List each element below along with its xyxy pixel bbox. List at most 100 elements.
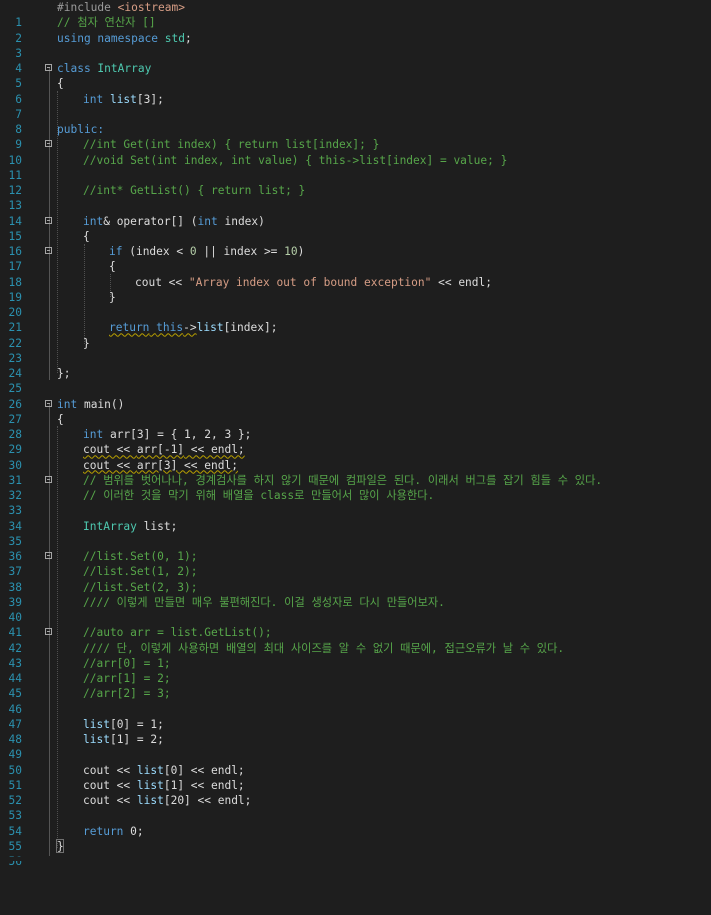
code-line: 46 //arr[2] = 3; (0, 686, 711, 715)
collapse-icon[interactable] (45, 64, 52, 71)
code-editor[interactable]: 1 #include <iostream> 2 // 첨자 연산자 [] 3 u… (0, 0, 711, 868)
code-line: 3 using namespace std; (0, 31, 711, 60)
collapse-icon[interactable] (45, 399, 52, 407)
code-line: 39 //list.Set(2, 3); (0, 580, 711, 609)
code-line: 53 cout << list[20] << endl; (0, 793, 711, 822)
code-line: 42 //auto arr = list.GetList(); (0, 625, 711, 654)
string: "Array index out of bound exception" (188, 275, 432, 289)
token: 0; (123, 824, 144, 838)
token: cout << (83, 443, 137, 457)
token: return (83, 824, 124, 838)
code-line: 14 (0, 198, 711, 228)
token: cout << (83, 458, 137, 472)
token: [0] = 1; (109, 717, 164, 731)
code-line: 1 #include <iostream> (0, 0, 711, 29)
token: cout << (135, 275, 189, 289)
token: int (83, 92, 110, 106)
token: } (57, 839, 64, 853)
code-line: 23 } (0, 336, 711, 365)
code-line: 34 (0, 503, 711, 533)
token: { (57, 77, 64, 91)
token: index) (217, 214, 265, 228)
code-line: 16 { (0, 229, 711, 258)
collapse-icon[interactable] (45, 216, 52, 224)
token: ; (185, 31, 192, 45)
code-line: 56 } (0, 838, 711, 868)
token: ) (297, 245, 305, 258)
code-line: 15 int& operator[] (int index) (0, 214, 711, 243)
code-line: 4 (0, 46, 711, 75)
code-line: 30 cout << arr[-1] << endl; (0, 442, 711, 471)
code-line: 27 int main() (0, 397, 711, 426)
token: [1] = 2; (109, 733, 164, 746)
code-line: 8 (0, 107, 711, 136)
token: cout << (83, 794, 137, 807)
code-line: 44 //arr[0] = 1; (0, 656, 711, 685)
token: if (109, 245, 123, 258)
token: [3]; (136, 92, 164, 106)
token: #include (57, 1, 118, 14)
code-line: 41 (0, 610, 711, 639)
collapse-icon[interactable] (45, 628, 52, 636)
comment: //arr[0] = 1; (83, 656, 171, 670)
code-line: 49 list[1] = 2; (0, 732, 711, 761)
comment: //// 단, 이렇게 사용하면 배열의 최대 사이즈를 알 수 없기 때문에,… (83, 641, 565, 655)
comment: // 범위를 벗어나나, 경계검사를 하지 않기 때문에 컴파일은 된다. 이래… (83, 473, 603, 487)
code-line: 33 // 이러한 것을 막기 위해 배열을 class로 만들어서 많이 사용… (0, 488, 711, 517)
collapse-icon[interactable] (45, 475, 52, 483)
code-line: 51 cout << list[0] << endl; (0, 763, 711, 792)
code-line: 50 (0, 747, 711, 777)
token: <iostream> (117, 1, 185, 14)
code-line: 10 //int Get(int index) { return list[in… (0, 137, 711, 166)
code-line: 35 IntArray list; (0, 519, 711, 548)
code-line: 52 cout << list[1] << endl; (0, 778, 711, 807)
token: -> (183, 321, 197, 335)
code-line: 7 int list[3]; (0, 92, 711, 121)
token: & operator[] ( (103, 214, 198, 228)
token: main() (77, 397, 125, 411)
comment: //void Set(int index, int value) { this-… (83, 153, 508, 167)
code-line: 45 //arr[1] = 2; (0, 671, 711, 700)
token: cout << (83, 778, 137, 792)
token: this (156, 321, 184, 335)
token: } (83, 336, 90, 350)
code-line: 48 list[0] = 1; (0, 717, 711, 746)
code-line: 55 return 0; (0, 824, 711, 853)
token: using namespace (57, 31, 165, 45)
code-line: 28 { (0, 412, 711, 441)
code-line: 13 //int* GetList() { return list; } (0, 183, 711, 212)
comment: //int Get(int index) { return list[index… (83, 138, 380, 152)
token: std (164, 31, 185, 45)
comment: //list.Set(0, 1); (83, 550, 198, 563)
token: public: (57, 123, 105, 136)
token: list (136, 763, 164, 777)
token: int (83, 428, 104, 441)
collapse-icon[interactable] (45, 247, 52, 254)
token: arr[3] = { 1, 2, 3 }; (103, 428, 252, 441)
collapse-icon[interactable] (45, 552, 52, 559)
comment: //arr[1] = 2; (83, 672, 171, 685)
editor-bottom-edge (0, 857, 711, 861)
code-line: 40 //// 이렇게 만들면 매우 불편해진다. 이걸 생성자로 다시 만들어… (0, 595, 711, 624)
collapse-icon[interactable] (45, 140, 52, 148)
token: arr[3] (136, 458, 178, 472)
code-line: 22 return this->list[index]; (0, 320, 711, 349)
token: { (109, 260, 116, 274)
code-line: 25 }; (0, 366, 711, 395)
code-line: 43 //// 단, 이렇게 사용하면 배열의 최대 사이즈를 알 수 없기 때… (0, 641, 711, 670)
token: [index]; (223, 321, 278, 335)
token: { (57, 412, 64, 426)
token: [1] << endl; (163, 778, 245, 792)
token: list (136, 794, 164, 807)
code-line: 19 cout << "Array index out of bound exc… (0, 275, 711, 304)
token: IntArray (83, 519, 137, 533)
token: arr[-1] (136, 443, 185, 457)
code-line: 36 (0, 534, 711, 563)
token: << endl; (177, 458, 238, 472)
code-line: 18 { (0, 259, 711, 288)
token: list (83, 717, 110, 731)
comment: // 이러한 것을 막기 위해 배열을 class로 만들어서 많이 사용한다. (83, 489, 435, 502)
token: 10 (284, 245, 298, 258)
token: cout << (83, 763, 137, 777)
token: int (57, 397, 78, 411)
